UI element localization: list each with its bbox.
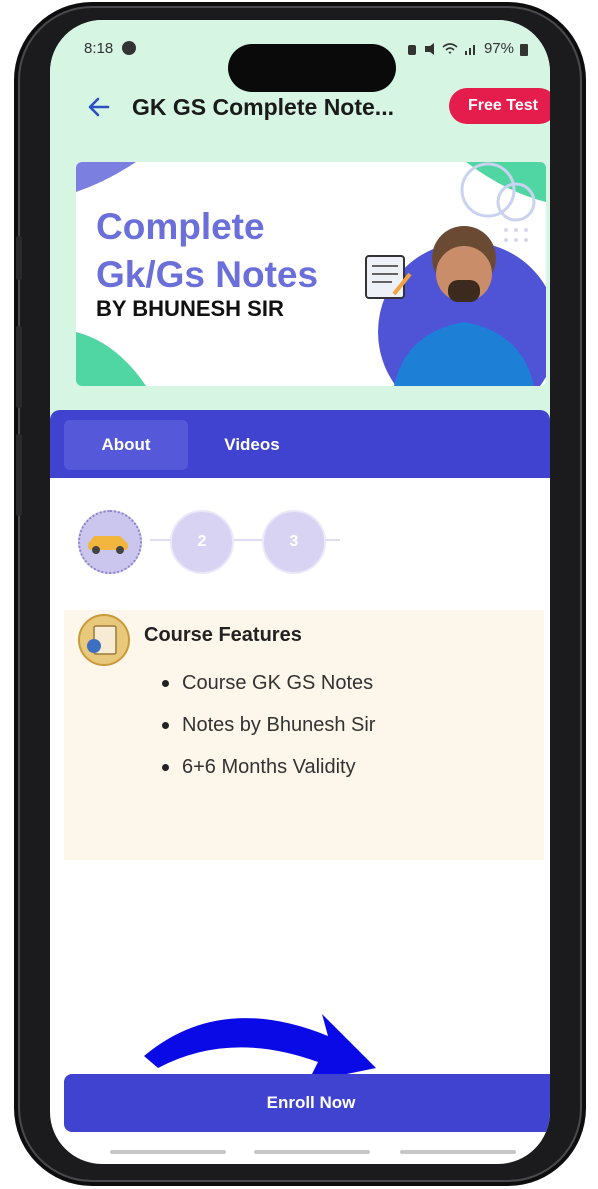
signal-icon xyxy=(464,44,475,55)
course-features-list: Course GK GS Notes Notes by Bhunesh Sir … xyxy=(158,662,375,788)
step-2-label: 2 xyxy=(197,533,207,550)
free-test-button[interactable]: Free Test xyxy=(449,88,550,124)
dynamic-island xyxy=(228,44,396,92)
phone-side-button xyxy=(16,434,22,516)
app-bar: GK GS Complete Note... Free Test xyxy=(50,86,550,130)
banner-subtitle: BY BHUNESH SIR xyxy=(96,296,284,321)
page-title: GK GS Complete Note... xyxy=(132,94,394,120)
navigation-bar xyxy=(50,1150,550,1158)
battery-icon xyxy=(520,43,528,56)
tab-bar: About Videos xyxy=(50,410,550,478)
step-2[interactable]: 2 xyxy=(170,510,234,574)
phone-side-button xyxy=(16,236,22,280)
course-features-title: Course Features xyxy=(144,624,302,646)
step-3[interactable]: 3 xyxy=(262,510,326,574)
wifi-icon xyxy=(442,42,458,54)
banner-heading-line1: Complete xyxy=(96,206,265,247)
mute-icon xyxy=(424,42,434,55)
notes-icon xyxy=(87,625,117,655)
step-connector xyxy=(150,539,340,541)
alarm-icon xyxy=(407,44,416,55)
tab-videos[interactable]: Videos xyxy=(196,420,308,470)
step-3-label: 3 xyxy=(289,533,299,550)
tab-about[interactable]: About xyxy=(64,420,188,470)
status-right: 97% xyxy=(406,40,528,57)
course-banner: Complete Gk/Gs Notes BY BHUNESH SIR xyxy=(76,162,546,386)
back-arrow-icon[interactable] xyxy=(86,94,112,120)
banner-heading-line2: Gk/Gs Notes xyxy=(96,254,319,295)
status-time: 8:18 xyxy=(84,40,114,57)
feature-item: 6+6 Months Validity xyxy=(158,746,375,788)
nav-indicator xyxy=(254,1150,370,1154)
course-features-card: Course Features Course GK GS Notes Notes… xyxy=(64,610,544,860)
app-screen: 8:18 97% GK GS Complete Note... Free Tes… xyxy=(50,20,550,1164)
feature-item: Notes by Bhunesh Sir xyxy=(158,704,375,746)
enroll-now-button[interactable]: Enroll Now xyxy=(64,1074,550,1132)
nav-indicator xyxy=(110,1150,226,1154)
notification-icon xyxy=(122,41,136,55)
feature-item: Course GK GS Notes xyxy=(158,662,375,704)
course-features-icon xyxy=(78,614,130,666)
phone-side-button xyxy=(16,326,22,408)
nav-indicator xyxy=(400,1150,516,1154)
car-icon xyxy=(88,536,128,554)
battery-percent: 97% xyxy=(483,40,514,57)
step-1-car[interactable] xyxy=(78,510,142,574)
